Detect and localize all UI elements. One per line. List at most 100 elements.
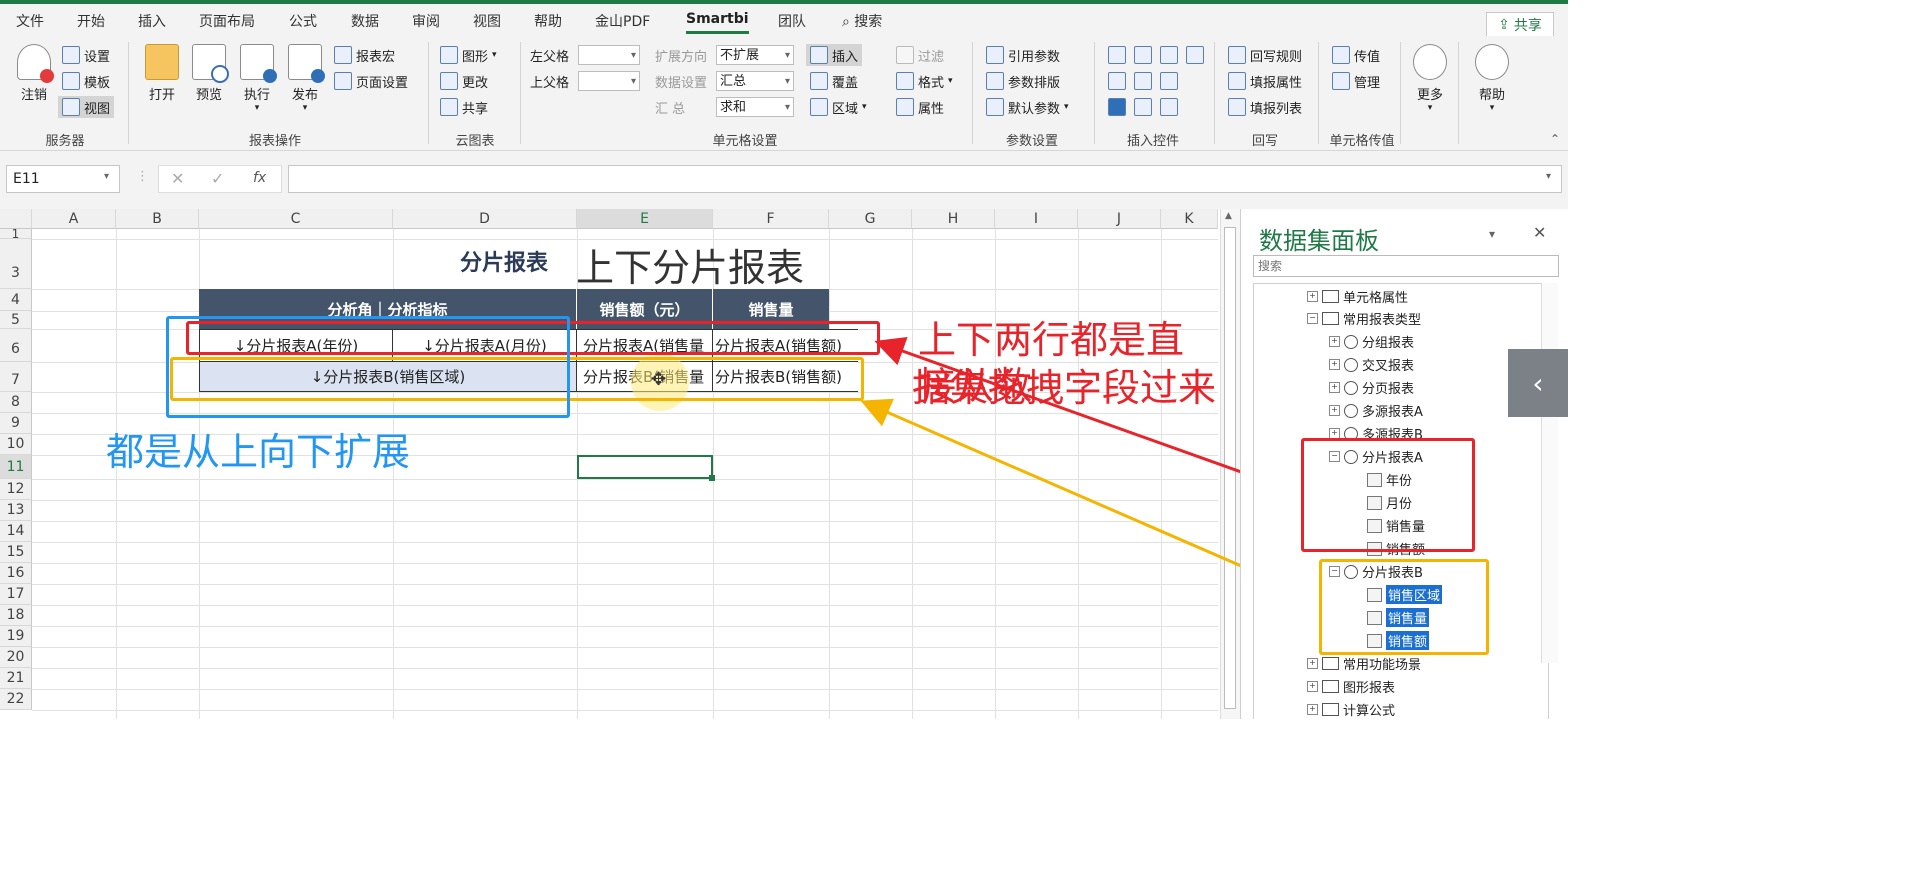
row-header-22[interactable]: 22 bbox=[0, 689, 32, 710]
default-params-button[interactable]: 默认参数 ▾ bbox=[986, 96, 1069, 118]
settings-button[interactable]: 设置 bbox=[62, 44, 110, 66]
insert-function-icon[interactable]: fx bbox=[253, 170, 266, 186]
tab-kingsoft-pdf[interactable]: 金山PDF bbox=[595, 11, 650, 31]
row-header-12[interactable]: 12 bbox=[0, 479, 32, 500]
collapse-ribbon-icon[interactable]: ⌃ bbox=[1550, 132, 1560, 146]
row-header-1[interactable]: 1 bbox=[0, 228, 32, 240]
tree-item-func-scenes[interactable]: + 常用功能场景 bbox=[1307, 654, 1421, 673]
logout-button[interactable]: 注销 bbox=[12, 44, 56, 103]
row-header-6[interactable]: 6 bbox=[0, 329, 32, 362]
format-button[interactable]: 格式 ▾ bbox=[896, 70, 953, 92]
row-header-9[interactable]: 9 bbox=[0, 413, 32, 434]
name-box-dropdown-icon[interactable]: ▾ bbox=[104, 171, 109, 182]
link-control-icon[interactable] bbox=[1134, 98, 1152, 116]
expand-icon[interactable]: + bbox=[1329, 382, 1340, 393]
column-header-e[interactable]: E bbox=[577, 209, 713, 229]
left-parent-select[interactable] bbox=[578, 45, 640, 66]
row-header-20[interactable]: 20 bbox=[0, 647, 32, 668]
manage-button[interactable]: 管理 bbox=[1332, 70, 1380, 92]
data-settings-select[interactable]: 汇总 bbox=[716, 71, 794, 92]
tree-item-cell-props[interactable]: + 单元格属性 bbox=[1307, 287, 1408, 306]
top-parent-select[interactable] bbox=[578, 71, 640, 92]
report-macro-button[interactable]: 报表宏 bbox=[334, 44, 395, 66]
grid-control-icon[interactable] bbox=[1108, 72, 1126, 90]
column-header-h[interactable]: H bbox=[912, 209, 995, 229]
tree-item-calc-formula[interactable]: + 计算公式 bbox=[1307, 700, 1395, 719]
tab-search[interactable]: ⌕ 搜索 bbox=[842, 11, 882, 31]
row-header-15[interactable]: 15 bbox=[0, 542, 32, 563]
row-header-13[interactable]: 13 bbox=[0, 500, 32, 521]
row-header-10[interactable]: 10 bbox=[0, 434, 32, 455]
scrollbar-thumb[interactable] bbox=[1224, 227, 1236, 709]
expand-icon[interactable]: + bbox=[1329, 336, 1340, 347]
execute-button[interactable]: 执行 ▾ bbox=[235, 44, 279, 113]
fill-handle[interactable] bbox=[709, 475, 715, 481]
expand-icon[interactable]: + bbox=[1307, 681, 1318, 692]
tab-data[interactable]: 数据 bbox=[351, 11, 379, 31]
row-header-11[interactable]: 11 bbox=[0, 455, 32, 479]
tree-item-cross-report[interactable]: + 交叉报表 bbox=[1329, 355, 1414, 374]
more-button[interactable]: 更多 ▾ bbox=[1408, 44, 1452, 113]
panel-search-input[interactable] bbox=[1253, 255, 1559, 277]
column-header-d[interactable]: D bbox=[393, 209, 577, 229]
row-header-4[interactable]: 4 bbox=[0, 289, 32, 311]
publish-button[interactable]: 发布 ▾ bbox=[283, 44, 327, 113]
active-cell-e11[interactable] bbox=[577, 455, 713, 479]
tab-file[interactable]: 文件 bbox=[16, 11, 44, 31]
tree-item-multi-a[interactable]: + 多源报表A bbox=[1329, 401, 1423, 420]
row-header-14[interactable]: 14 bbox=[0, 521, 32, 542]
name-box[interactable]: E11 bbox=[6, 165, 120, 193]
column-header-f[interactable]: F bbox=[713, 209, 829, 229]
tree-item-page-report[interactable]: + 分页报表 bbox=[1329, 378, 1414, 397]
view-button[interactable]: 视图 bbox=[58, 96, 115, 118]
dropdown-control-icon[interactable] bbox=[1134, 46, 1152, 64]
aggregation-select[interactable]: 求和 bbox=[716, 97, 794, 118]
sheet-vertical-scrollbar[interactable]: ▲ bbox=[1220, 209, 1241, 719]
fill-props-button[interactable]: 填报属性 bbox=[1228, 70, 1302, 92]
row-header-17[interactable]: 17 bbox=[0, 584, 32, 605]
row-header-16[interactable]: 16 bbox=[0, 563, 32, 584]
cover-mode-button[interactable]: 覆盖 bbox=[810, 70, 858, 92]
open-button[interactable]: 打开 bbox=[140, 44, 184, 103]
textbox-control-icon[interactable] bbox=[1108, 46, 1126, 64]
expand-icon[interactable]: + bbox=[1307, 704, 1318, 715]
list-control-icon[interactable] bbox=[1186, 46, 1204, 64]
tree-item-common-types[interactable]: − 常用报表类型 bbox=[1307, 309, 1421, 328]
tab-insert[interactable]: 插入 bbox=[138, 11, 166, 31]
row-header-18[interactable]: 18 bbox=[0, 605, 32, 626]
row-header-19[interactable]: 19 bbox=[0, 626, 32, 647]
expand-icon[interactable]: + bbox=[1307, 658, 1318, 669]
filter-button[interactable]: 过滤 bbox=[896, 44, 944, 66]
preview-button[interactable]: 预览 bbox=[187, 44, 231, 103]
chart-share-button[interactable]: 共享 bbox=[440, 96, 488, 118]
page-setup-button[interactable]: 页面设置 bbox=[334, 70, 408, 92]
expand-icon[interactable]: + bbox=[1329, 405, 1340, 416]
tab-page-layout[interactable]: 页面布局 bbox=[199, 11, 255, 31]
panel-menu-icon[interactable]: ▾ bbox=[1489, 227, 1495, 241]
checkbox-control-icon[interactable] bbox=[1108, 98, 1126, 116]
panel-scrollbar[interactable] bbox=[1541, 283, 1558, 663]
worksheet[interactable]: A B C D E F G H I J K 1 3 4 5 6 7 8 9 10… bbox=[0, 209, 1218, 719]
date-control-icon[interactable] bbox=[1160, 46, 1178, 64]
properties-button[interactable]: 属性 bbox=[896, 96, 944, 118]
panel-close-icon[interactable]: ✕ bbox=[1533, 223, 1546, 242]
tab-team[interactable]: 团队 bbox=[778, 11, 806, 31]
row-header-3[interactable]: 3 bbox=[0, 239, 32, 289]
chart-button[interactable]: 图形 ▾ bbox=[440, 44, 497, 66]
fill-list-button[interactable]: 填报列表 bbox=[1228, 96, 1302, 118]
select-all-corner[interactable] bbox=[0, 209, 32, 229]
tab-review[interactable]: 审阅 bbox=[412, 11, 440, 31]
label-control-icon[interactable] bbox=[1160, 98, 1178, 116]
tree-item-group-report[interactable]: + 分组报表 bbox=[1329, 332, 1414, 351]
share-button[interactable]: ⇪ 共享 bbox=[1486, 12, 1554, 38]
column-header-b[interactable]: B bbox=[116, 209, 199, 229]
insert-mode-button[interactable]: 插入 bbox=[806, 44, 863, 66]
chart-edit-button[interactable]: 更改 bbox=[440, 70, 488, 92]
tab-formulas[interactable]: 公式 bbox=[289, 11, 317, 31]
tab-help[interactable]: 帮助 bbox=[534, 11, 562, 31]
row-header-8[interactable]: 8 bbox=[0, 392, 32, 413]
column-header-k[interactable]: K bbox=[1161, 209, 1218, 229]
column-header-j[interactable]: J bbox=[1078, 209, 1161, 229]
chevron-left-icon[interactable]: ‹ bbox=[1508, 349, 1568, 417]
param-layout-button[interactable]: 参数排版 bbox=[986, 70, 1060, 92]
